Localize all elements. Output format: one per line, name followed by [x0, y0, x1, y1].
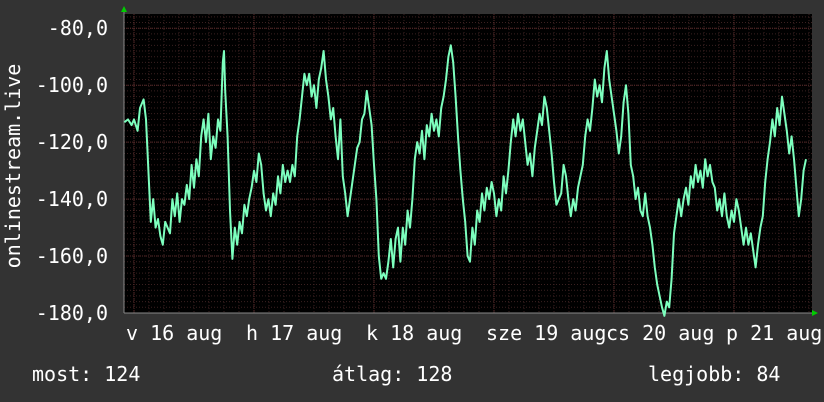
y-tick-label: -180,0	[36, 301, 108, 325]
x-tick-label: h 17 aug	[246, 321, 342, 345]
x-tick-label: k 18 aug	[366, 321, 462, 345]
x-tick-label: v 16 aug	[126, 321, 222, 345]
y-axis-arrow	[121, 6, 127, 12]
y-tick-label: -80,0	[48, 16, 108, 40]
x-tick-label: p 21 aug	[726, 321, 822, 345]
x-tick-label: sze 19 aug	[486, 321, 606, 345]
y-axis-label: onlinestream.live	[1, 64, 25, 269]
current-value-stat: most: 124	[32, 362, 141, 386]
y-tick-label: -160,0	[36, 244, 108, 268]
latency-line-chart: -80,0 -100,0 -120,0 -140,0 -160,0 -180,0 v 16 …	[1, 6, 822, 345]
x-axis-arrow	[812, 310, 818, 316]
y-tick-label: -120,0	[36, 130, 108, 154]
average-value-stat: átlag: 128	[332, 362, 453, 386]
y-tick-label: -100,0	[36, 73, 108, 97]
plot-area	[124, 14, 812, 313]
y-tick-label: -140,0	[36, 187, 108, 211]
x-tick-label: cs 20 aug	[606, 321, 714, 345]
chart-container: -80,0 -100,0 -120,0 -140,0 -160,0 -180,0 v 16 …	[0, 0, 824, 402]
best-value-stat: legjobb: 84	[648, 362, 781, 386]
